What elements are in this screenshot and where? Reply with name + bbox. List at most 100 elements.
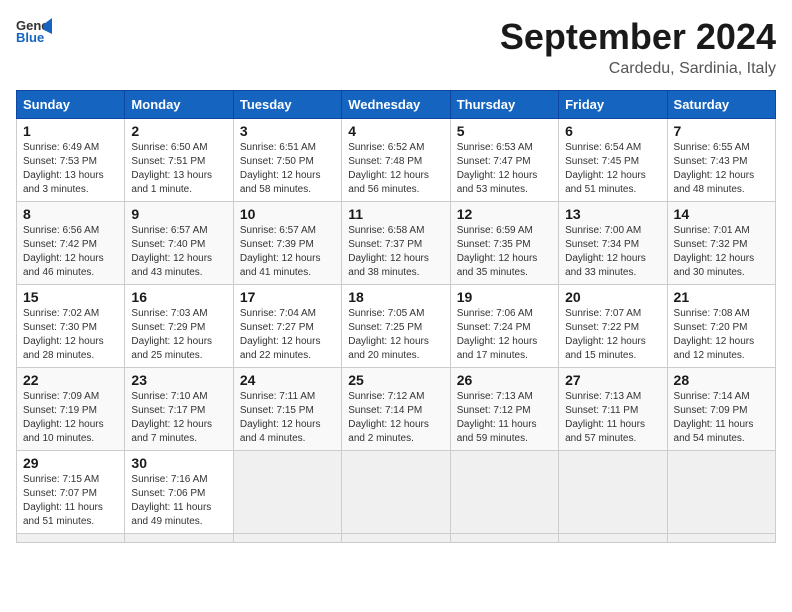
calendar-cell: 9 Sunrise: 6:57 AMSunset: 7:40 PMDaylight… xyxy=(125,202,233,285)
day-number: 4 xyxy=(348,123,443,139)
day-detail: Sunrise: 6:55 AMSunset: 7:43 PMDaylight:… xyxy=(674,141,769,197)
calendar-cell: 6 Sunrise: 6:54 AMSunset: 7:45 PMDaylight… xyxy=(559,119,667,202)
calendar-cell: 4Sunrise: 6:52 AMSunset: 7:48 PMDaylight… xyxy=(342,119,450,202)
calendar-cell xyxy=(450,534,558,543)
day-detail: Sunrise: 7:07 AMSunset: 7:22 PMDaylight:… xyxy=(565,307,660,363)
day-number: 13 xyxy=(565,206,660,222)
calendar-cell xyxy=(667,534,775,543)
calendar-cell xyxy=(559,451,667,534)
calendar-cell: 30 Sunrise: 7:16 AMSunset: 7:06 PMDayligh… xyxy=(125,451,233,534)
day-detail: Sunrise: 7:13 AMSunset: 7:11 PMDaylight:… xyxy=(565,390,660,446)
day-detail: Sunrise: 7:06 AMSunset: 7:24 PMDaylight:… xyxy=(457,307,552,363)
day-number: 24 xyxy=(240,372,335,388)
day-detail: Sunrise: 7:12 AMSunset: 7:14 PMDaylight:… xyxy=(348,390,443,446)
day-number: 7 xyxy=(674,123,769,139)
calendar-table: Sunday Monday Tuesday Wednesday Thursday… xyxy=(16,90,776,543)
day-number: 1 xyxy=(23,123,118,139)
logo: General Blue xyxy=(16,16,52,44)
calendar-cell xyxy=(17,534,125,543)
day-detail: Sunrise: 7:08 AMSunset: 7:20 PMDaylight:… xyxy=(674,307,769,363)
calendar-cell xyxy=(559,534,667,543)
day-number: 9 xyxy=(131,206,226,222)
day-detail: Sunrise: 6:58 AMSunset: 7:37 PMDaylight:… xyxy=(348,224,443,280)
day-number: 18 xyxy=(348,289,443,305)
day-detail: Sunrise: 6:53 AMSunset: 7:47 PMDaylight:… xyxy=(457,141,552,197)
calendar-cell xyxy=(342,451,450,534)
day-number: 17 xyxy=(240,289,335,305)
calendar-cell: 29 Sunrise: 7:15 AMSunset: 7:07 PMDayligh… xyxy=(17,451,125,534)
calendar-cell: 22Sunrise: 7:09 AMSunset: 7:19 PMDayligh… xyxy=(17,368,125,451)
day-number: 29 xyxy=(23,455,118,471)
day-detail: Sunrise: 6:54 AMSunset: 7:45 PMDaylight:… xyxy=(565,141,660,197)
calendar-cell: 19 Sunrise: 7:06 AMSunset: 7:24 PMDayligh… xyxy=(450,285,558,368)
day-detail: Sunrise: 6:57 AMSunset: 7:39 PMDaylight:… xyxy=(240,224,335,280)
header-wednesday: Wednesday xyxy=(342,91,450,119)
calendar-cell: 18 Sunrise: 7:05 AMSunset: 7:25 PMDayligh… xyxy=(342,285,450,368)
day-number: 19 xyxy=(457,289,552,305)
calendar-cell: 21Sunrise: 7:08 AMSunset: 7:20 PMDayligh… xyxy=(667,285,775,368)
day-number: 6 xyxy=(565,123,660,139)
day-detail: Sunrise: 7:05 AMSunset: 7:25 PMDaylight:… xyxy=(348,307,443,363)
calendar-cell: 28Sunrise: 7:14 AMSunset: 7:09 PMDayligh… xyxy=(667,368,775,451)
day-number: 26 xyxy=(457,372,552,388)
calendar-cell: 25 Sunrise: 7:12 AMSunset: 7:14 PMDayligh… xyxy=(342,368,450,451)
day-detail: Sunrise: 6:59 AMSunset: 7:35 PMDaylight:… xyxy=(457,224,552,280)
day-detail: Sunrise: 7:15 AMSunset: 7:07 PMDaylight:… xyxy=(23,473,118,529)
calendar-week-row: 8Sunrise: 6:56 AMSunset: 7:42 PMDaylight… xyxy=(17,202,776,285)
header-friday: Friday xyxy=(559,91,667,119)
calendar-cell: 8Sunrise: 6:56 AMSunset: 7:42 PMDaylight… xyxy=(17,202,125,285)
calendar-cell: 2 Sunrise: 6:50 AMSunset: 7:51 PMDaylight… xyxy=(125,119,233,202)
day-number: 30 xyxy=(131,455,226,471)
header-tuesday: Tuesday xyxy=(233,91,341,119)
day-number: 23 xyxy=(131,372,226,388)
weekday-header-row: Sunday Monday Tuesday Wednesday Thursday… xyxy=(17,91,776,119)
day-number: 11 xyxy=(348,206,443,222)
svg-text:Blue: Blue xyxy=(16,30,44,44)
calendar-cell xyxy=(233,451,341,534)
day-detail: Sunrise: 7:01 AMSunset: 7:32 PMDaylight:… xyxy=(674,224,769,280)
calendar-cell xyxy=(667,451,775,534)
day-detail: Sunrise: 7:04 AMSunset: 7:27 PMDaylight:… xyxy=(240,307,335,363)
calendar-cell xyxy=(342,534,450,543)
day-detail: Sunrise: 7:02 AMSunset: 7:30 PMDaylight:… xyxy=(23,307,118,363)
calendar-cell: 5 Sunrise: 6:53 AMSunset: 7:47 PMDaylight… xyxy=(450,119,558,202)
day-number: 8 xyxy=(23,206,118,222)
day-detail: Sunrise: 7:00 AMSunset: 7:34 PMDaylight:… xyxy=(565,224,660,280)
page-header: General Blue September 2024 Cardedu, Sar… xyxy=(16,16,776,78)
calendar-cell xyxy=(125,534,233,543)
calendar-week-row xyxy=(17,534,776,543)
calendar-cell: 26 Sunrise: 7:13 AMSunset: 7:12 PMDayligh… xyxy=(450,368,558,451)
day-number: 15 xyxy=(23,289,118,305)
header-saturday: Saturday xyxy=(667,91,775,119)
day-detail: Sunrise: 6:57 AMSunset: 7:40 PMDaylight:… xyxy=(131,224,226,280)
day-number: 28 xyxy=(674,372,769,388)
calendar-cell: 17 Sunrise: 7:04 AMSunset: 7:27 PMDayligh… xyxy=(233,285,341,368)
calendar-cell: 3Sunrise: 6:51 AMSunset: 7:50 PMDaylight… xyxy=(233,119,341,202)
day-detail: Sunrise: 6:50 AMSunset: 7:51 PMDaylight:… xyxy=(131,141,226,197)
calendar-week-row: 29 Sunrise: 7:15 AMSunset: 7:07 PMDayligh… xyxy=(17,451,776,534)
logo-icon: General Blue xyxy=(16,16,52,44)
day-detail: Sunrise: 7:16 AMSunset: 7:06 PMDaylight:… xyxy=(131,473,226,529)
day-detail: Sunrise: 7:03 AMSunset: 7:29 PMDaylight:… xyxy=(131,307,226,363)
calendar-cell: 23Sunrise: 7:10 AMSunset: 7:17 PMDayligh… xyxy=(125,368,233,451)
day-number: 2 xyxy=(131,123,226,139)
calendar-cell: 13 Sunrise: 7:00 AMSunset: 7:34 PMDayligh… xyxy=(559,202,667,285)
calendar-cell: 12Sunrise: 6:59 AMSunset: 7:35 PMDayligh… xyxy=(450,202,558,285)
day-detail: Sunrise: 7:11 AMSunset: 7:15 PMDaylight:… xyxy=(240,390,335,446)
calendar-week-row: 22Sunrise: 7:09 AMSunset: 7:19 PMDayligh… xyxy=(17,368,776,451)
day-detail: Sunrise: 7:13 AMSunset: 7:12 PMDaylight:… xyxy=(457,390,552,446)
calendar-cell: 1 Sunrise: 6:49 AMSunset: 7:53 PMDaylight… xyxy=(17,119,125,202)
calendar-cell: 24 Sunrise: 7:11 AMSunset: 7:15 PMDayligh… xyxy=(233,368,341,451)
day-number: 5 xyxy=(457,123,552,139)
calendar-cell: 27Sunrise: 7:13 AMSunset: 7:11 PMDayligh… xyxy=(559,368,667,451)
day-detail: Sunrise: 6:51 AMSunset: 7:50 PMDaylight:… xyxy=(240,141,335,197)
calendar-cell xyxy=(450,451,558,534)
calendar-cell: 20Sunrise: 7:07 AMSunset: 7:22 PMDayligh… xyxy=(559,285,667,368)
calendar-week-row: 1 Sunrise: 6:49 AMSunset: 7:53 PMDaylight… xyxy=(17,119,776,202)
calendar-cell: 7 Sunrise: 6:55 AMSunset: 7:43 PMDaylight… xyxy=(667,119,775,202)
day-number: 10 xyxy=(240,206,335,222)
day-number: 25 xyxy=(348,372,443,388)
day-number: 14 xyxy=(674,206,769,222)
day-detail: Sunrise: 6:49 AMSunset: 7:53 PMDaylight:… xyxy=(23,141,118,197)
calendar-cell: 14 Sunrise: 7:01 AMSunset: 7:32 PMDayligh… xyxy=(667,202,775,285)
